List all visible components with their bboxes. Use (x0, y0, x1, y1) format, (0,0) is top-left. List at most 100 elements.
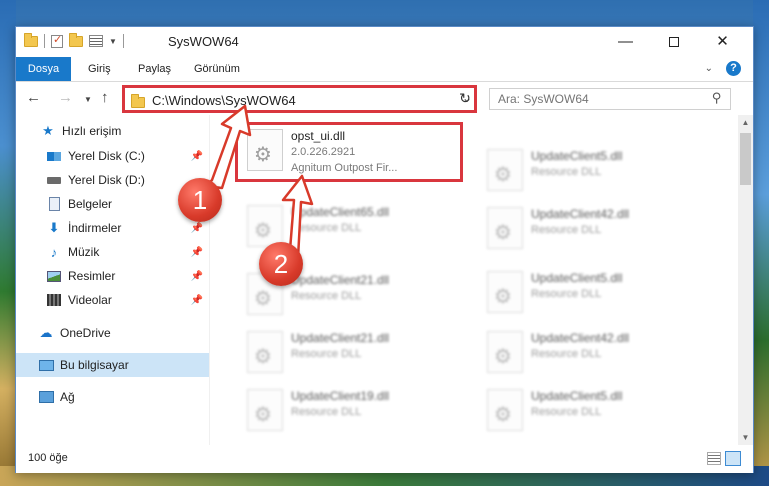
search-input[interactable] (498, 89, 698, 109)
maximize-icon (668, 37, 679, 48)
sidebar-item-this-pc[interactable]: Bu bilgisayar (16, 353, 209, 377)
navigation-pane: ★ Hızlı erişim Yerel Disk (C:) 📌 Yerel D… (16, 115, 210, 445)
status-bar: 100 öğe (16, 445, 753, 473)
scroll-down-icon[interactable]: ▼ (738, 430, 753, 445)
sidebar-item-label: Belgeler (68, 197, 113, 211)
file-item[interactable]: UpdateClient19.dll Resource DLL (239, 385, 469, 441)
folder-icon[interactable] (24, 32, 38, 47)
sidebar-item-local-disk-c[interactable]: Yerel Disk (C:) 📌 (16, 144, 209, 168)
search-icon[interactable]: ⚲ (712, 90, 722, 106)
toolbar-separator (122, 34, 124, 48)
pin-icon[interactable]: 📌 (191, 151, 203, 162)
file-name: UpdateClient19.dll (291, 389, 390, 403)
window-title: SysWOW64 (168, 34, 239, 49)
sidebar-item-music[interactable]: ♪ Müzik 📌 (16, 240, 209, 264)
dll-file-icon (247, 389, 283, 431)
sidebar-item-onedrive[interactable]: ☁ OneDrive (16, 321, 209, 345)
item-count: 100 öğe (28, 452, 68, 464)
customize-icon[interactable] (89, 35, 103, 47)
navigation-bar: ← → ▼ ↑ C:\Windows\SysWOW64 ⌄ ↻ ⚲ (16, 83, 753, 115)
search-box[interactable]: ⚲ (489, 88, 731, 110)
video-icon (47, 294, 61, 306)
sidebar-item-pictures[interactable]: Resimler 📌 (16, 264, 209, 288)
file-type: Resource DLL (291, 348, 362, 360)
pin-icon[interactable]: 📌 (191, 223, 203, 234)
pin-icon[interactable]: 📌 (191, 295, 203, 306)
drive-icon (47, 151, 61, 161)
file-name: UpdateClient42.dll (531, 331, 630, 345)
tab-paylas[interactable]: Paylaş (138, 57, 171, 81)
dll-file-icon (247, 205, 283, 247)
desktop-background-right (753, 0, 769, 486)
sidebar-item-label: İndirmeler (68, 221, 122, 235)
recent-locations-chevron-icon[interactable]: ▼ (84, 95, 92, 104)
maximize-button[interactable] (651, 27, 696, 57)
desktop-background-left (0, 0, 16, 486)
close-button[interactable]: ✕ (700, 27, 745, 57)
drive-icon (47, 176, 61, 184)
sidebar-item-label: Yerel Disk (D:) (68, 173, 145, 187)
highlight-box (235, 122, 463, 182)
network-icon (38, 391, 54, 403)
sidebar-item-label: Müzik (68, 245, 100, 259)
file-type: Resource DLL (291, 290, 362, 302)
scroll-up-icon[interactable]: ▲ (738, 115, 753, 130)
file-item[interactable]: UpdateClient5.dll Resource DLL (479, 267, 709, 323)
folder-icon (131, 94, 145, 108)
details-view-icon[interactable] (707, 452, 721, 465)
title-bar: ▼ SysWOW64 — ✕ (16, 27, 753, 57)
scrollbar-thumb[interactable] (740, 133, 751, 185)
file-item[interactable]: UpdateClient21.dll Resource DLL (239, 327, 469, 383)
expand-ribbon-icon[interactable]: ⌄ (705, 63, 713, 74)
properties-check-icon[interactable] (51, 33, 63, 48)
tab-dosya[interactable]: Dosya (16, 57, 71, 81)
toolbar-separator (44, 34, 45, 48)
file-item[interactable]: UpdateClient5.dll Resource DLL (479, 385, 709, 441)
file-item[interactable]: UpdateClient42.dll Resource DLL (479, 203, 709, 259)
dll-file-icon (247, 331, 283, 373)
file-item[interactable]: UpdateClient42.dll Resource DLL (479, 327, 709, 383)
sidebar-item-network[interactable]: Ağ (16, 385, 209, 409)
forward-arrow-icon[interactable]: → (58, 89, 73, 106)
help-icon[interactable]: ? (726, 61, 741, 76)
file-explorer-window: ▼ SysWOW64 — ✕ Dosya Giriş Paylaş Görünü… (15, 26, 754, 473)
file-item[interactable]: UpdateClient5.dll Resource DLL (479, 145, 709, 201)
sidebar-item-label: Bu bilgisayar (60, 358, 129, 372)
refresh-icon[interactable]: ↻ (456, 89, 474, 107)
sidebar-item-label: Ağ (60, 390, 75, 404)
large-icons-view-icon[interactable] (725, 451, 741, 466)
sidebar-item-videos[interactable]: Videolar 📌 (16, 288, 209, 312)
pictures-icon (47, 270, 61, 282)
back-arrow-icon[interactable]: ← (26, 89, 41, 106)
dll-file-icon (487, 389, 523, 431)
file-name: UpdateClient21.dll (291, 331, 390, 345)
sidebar-item-label: Hızlı erişim (62, 124, 122, 138)
address-path[interactable]: C:\Windows\SysWOW64 (152, 93, 296, 108)
sidebar-item-downloads[interactable]: ⬇ İndirmeler 📌 (16, 216, 209, 240)
vertical-scrollbar[interactable]: ▲ ▼ (738, 115, 753, 445)
pin-icon[interactable]: 📌 (191, 247, 203, 258)
address-bar[interactable]: C:\Windows\SysWOW64 ⌄ (122, 85, 477, 113)
file-type: Resource DLL (531, 348, 602, 360)
chevron-down-icon[interactable]: ▼ (109, 37, 117, 46)
up-arrow-icon[interactable]: ↑ (101, 89, 109, 106)
download-icon: ⬇ (48, 220, 60, 235)
cloud-icon: ☁ (39, 325, 53, 340)
file-type: Resource DLL (531, 406, 602, 418)
sidebar-item-quick-access[interactable]: ★ Hızlı erişim (16, 119, 209, 143)
dll-file-icon (487, 331, 523, 373)
dll-file-icon (487, 271, 523, 313)
ribbon-tabs: Dosya Giriş Paylaş Görünüm ⌄ ? (16, 57, 753, 82)
file-type: Resource DLL (531, 288, 602, 300)
file-name: UpdateClient5.dll (531, 389, 623, 403)
tab-gorunum[interactable]: Görünüm (194, 57, 240, 81)
pin-icon[interactable]: 📌 (191, 271, 203, 282)
minimize-button[interactable]: — (603, 27, 648, 57)
document-icon (48, 197, 60, 211)
callout-step-1: 1 (178, 178, 222, 222)
new-folder-icon[interactable] (69, 32, 83, 47)
tab-giris[interactable]: Giriş (88, 57, 111, 81)
star-icon: ★ (42, 123, 54, 138)
file-type: Resource DLL (291, 222, 362, 234)
sidebar-item-label: OneDrive (60, 326, 111, 340)
